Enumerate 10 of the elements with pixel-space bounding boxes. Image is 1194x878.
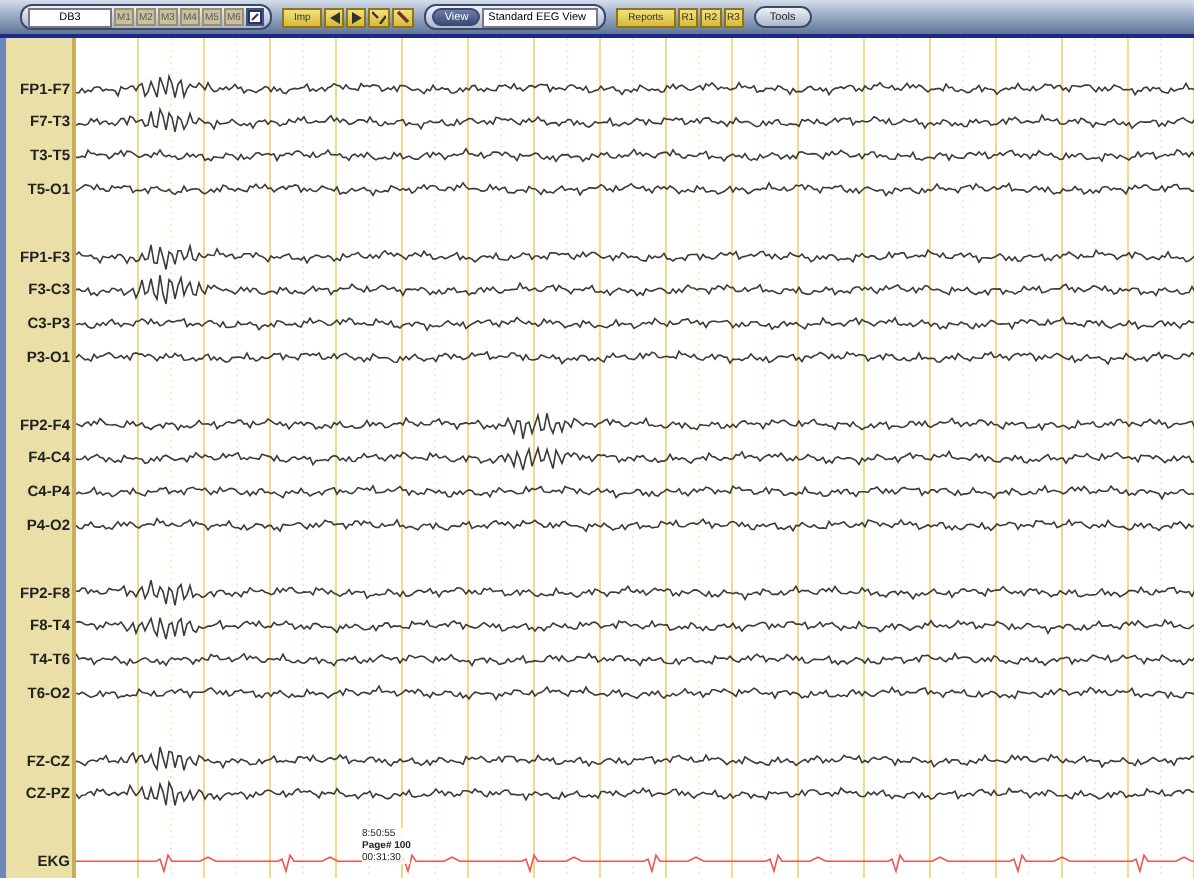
right-triangle-icon	[351, 11, 362, 23]
left-triangle-icon	[329, 11, 340, 23]
next-page-button[interactable]	[346, 7, 367, 27]
pen-icon	[396, 10, 411, 24]
edit-button[interactable]	[246, 8, 264, 26]
arrows-icon	[372, 10, 387, 24]
tool-button[interactable]	[392, 7, 415, 27]
pencil-icon	[248, 10, 262, 24]
tool-button[interactable]	[368, 7, 391, 27]
previous-page-button[interactable]	[324, 7, 345, 27]
